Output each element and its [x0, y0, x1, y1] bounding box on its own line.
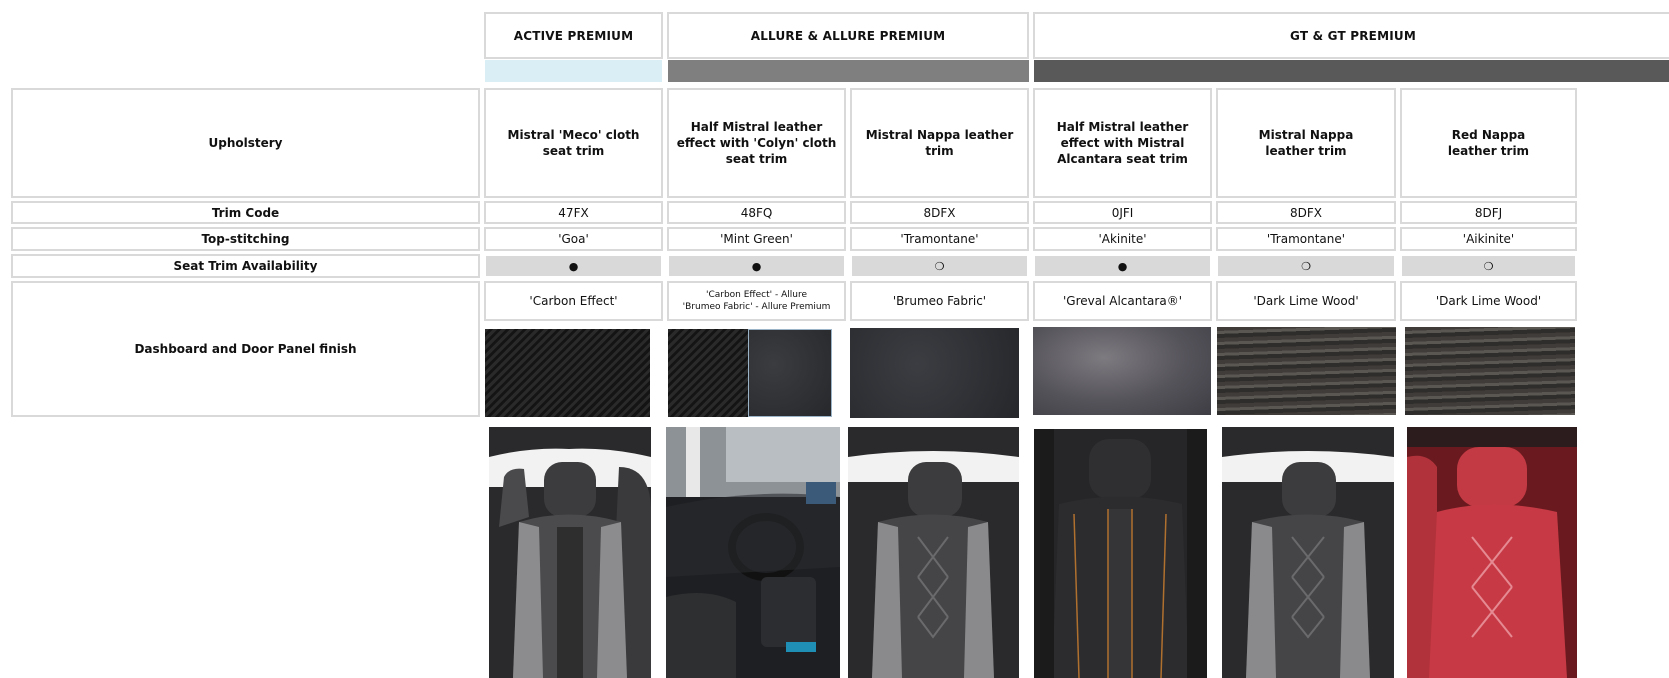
- trim-2-code: 48FQ: [667, 201, 846, 224]
- trim-4-code-text: 0JFI: [1111, 205, 1134, 220]
- greval-alcantara-swatch: [1033, 327, 1211, 415]
- red-nappa-seat-photo: [1407, 427, 1577, 678]
- header-active-premium: ACTIVE PREMIUM: [484, 12, 663, 59]
- trim-6-code: 8DFJ: [1400, 201, 1577, 224]
- trim-6-upholstery-text: Red Nappa leather trim: [1447, 128, 1530, 158]
- row-label-trim-code: Trim Code: [11, 201, 480, 224]
- trim-3-stitch: 'Tramontane': [850, 227, 1029, 251]
- dark-lime-wood-swatch: [1405, 327, 1575, 415]
- trim-3-code-text: 8DFX: [923, 205, 956, 220]
- trim-1-code-text: 47FX: [558, 205, 589, 220]
- trim-3-availability: ❍: [850, 254, 1029, 278]
- band-gt: [1034, 60, 1669, 82]
- carbon-effect-swatch: [485, 329, 650, 417]
- trim-2-upholstery-text: Half Mistral leather effect with 'Colyn'…: [676, 120, 837, 166]
- trim-5-stitch-text: 'Tramontane': [1266, 232, 1346, 246]
- brumeo-fabric-swatch: [850, 328, 1019, 418]
- carbon-effect-swatch: [668, 329, 748, 417]
- trim-3-code: 8DFX: [850, 201, 1029, 224]
- trim-4-stitch-text: 'Akinite': [1098, 232, 1147, 246]
- header-active-premium-label: ACTIVE PREMIUM: [513, 28, 634, 43]
- trim-4-availability: ●: [1033, 254, 1212, 278]
- trim-1-dashboard-text: 'Carbon Effect': [529, 294, 618, 308]
- trim-6-code-text: 8DFJ: [1474, 205, 1503, 220]
- trim-6-availability: ❍: [1400, 254, 1577, 278]
- alcantara-seat-photo: [1034, 429, 1207, 678]
- trim-1-stitch-text: 'Goa': [558, 232, 589, 246]
- trim-6-upholstery: Red Nappa leather trim: [1400, 88, 1577, 198]
- band-allure: [668, 60, 1029, 82]
- trim-2-availability: ●: [667, 254, 846, 278]
- trim-2-dashboard-text: 'Carbon Effect' - Allure 'Brumeo Fabric'…: [682, 290, 831, 312]
- trim-5-dashboard-text: 'Dark Lime Wood': [1253, 294, 1359, 308]
- trim-4-code: 0JFI: [1033, 201, 1212, 224]
- trim-4-stitch: 'Akinite': [1033, 227, 1212, 251]
- trim-5-code-text: 8DFX: [1290, 205, 1322, 220]
- interior-dashboard-photo: [666, 427, 840, 678]
- trim-code-label: Trim Code: [211, 205, 280, 220]
- row-label-dashboard: Dashboard and Door Panel finish: [11, 281, 480, 417]
- upholstery-label: Upholstery: [208, 136, 283, 150]
- trim-2-dashboard: 'Carbon Effect' - Allure 'Brumeo Fabric'…: [667, 281, 846, 321]
- trim-1-dashboard: 'Carbon Effect': [484, 281, 663, 321]
- quilted-nappa-seat-photo: [848, 427, 1019, 678]
- trim-1-availability: ●: [484, 254, 663, 278]
- dark-lime-wood-swatch: [1217, 327, 1396, 415]
- trim-4-upholstery-text: Half Mistral leather effect with Mistral…: [1056, 120, 1189, 166]
- filled-circle-icon: ●: [1117, 259, 1128, 273]
- brumeo-fabric-swatch: [748, 329, 832, 417]
- header-allure: ALLURE & ALLURE PREMIUM: [667, 12, 1029, 59]
- band-active-premium: [485, 60, 662, 82]
- trim-5-availability: ❍: [1216, 254, 1396, 278]
- trim-4-dashboard: 'Greval Alcantara®': [1033, 281, 1212, 321]
- header-allure-label: ALLURE & ALLURE PREMIUM: [750, 28, 946, 43]
- trim-1-code: 47FX: [484, 201, 663, 224]
- header-gt: GT & GT PREMIUM: [1033, 12, 1669, 59]
- open-circle-icon: ❍: [1301, 259, 1311, 273]
- trim-3-dashboard: 'Brumeo Fabric': [850, 281, 1029, 321]
- trim-3-stitch-text: 'Tramontane': [900, 232, 979, 246]
- trim-4-dashboard-text: 'Greval Alcantara®': [1063, 294, 1182, 308]
- header-gt-label: GT & GT PREMIUM: [1290, 28, 1416, 43]
- trim-5-stitch: 'Tramontane': [1216, 227, 1396, 251]
- open-circle-icon: ❍: [934, 259, 945, 273]
- trim-6-dashboard: 'Dark Lime Wood': [1400, 281, 1577, 321]
- filled-circle-icon: ●: [568, 259, 579, 273]
- trim-1-stitch: 'Goa': [484, 227, 663, 251]
- trim-3-dashboard-text: 'Brumeo Fabric': [892, 294, 987, 308]
- filled-circle-icon: ●: [751, 259, 762, 273]
- trim-5-upholstery-text: Mistral Nappa leather trim: [1258, 128, 1354, 158]
- trim-3-upholstery-text: Mistral Nappa leather trim: [865, 128, 1014, 158]
- trim-1-upholstery-text: Mistral 'Meco' cloth seat trim: [507, 128, 640, 158]
- trim-5-code: 8DFX: [1216, 201, 1396, 224]
- trim-2-stitch: 'Mint Green': [667, 227, 846, 251]
- trim-5-upholstery: Mistral Nappa leather trim: [1216, 88, 1396, 198]
- trim-6-stitch-text: 'Aikinite': [1462, 232, 1515, 246]
- dashboard-label: Dashboard and Door Panel finish: [134, 342, 357, 356]
- trim-6-stitch: 'Aikinite': [1400, 227, 1577, 251]
- trim-1-upholstery: Mistral 'Meco' cloth seat trim: [484, 88, 663, 198]
- grey-cloth-seat-photo: [489, 427, 651, 678]
- trim-6-dashboard-text: 'Dark Lime Wood': [1435, 294, 1542, 308]
- open-circle-icon: ❍: [1483, 259, 1494, 273]
- trim-2-code-text: 48FQ: [740, 205, 773, 220]
- top-stitching-label: Top-stitching: [201, 232, 290, 246]
- seat-availability-label: Seat Trim Availability: [173, 259, 318, 273]
- row-label-upholstery: Upholstery: [11, 88, 480, 198]
- quilted-nappa-seat-photo: [1222, 427, 1394, 678]
- trim-5-dashboard: 'Dark Lime Wood': [1216, 281, 1396, 321]
- trim-2-stitch-text: 'Mint Green': [720, 232, 793, 246]
- row-label-seat-availability: Seat Trim Availability: [11, 254, 480, 278]
- trim-2-upholstery: Half Mistral leather effect with 'Colyn'…: [667, 88, 846, 198]
- trim-3-upholstery: Mistral Nappa leather trim: [850, 88, 1029, 198]
- row-label-top-stitching: Top-stitching: [11, 227, 480, 251]
- trim-4-upholstery: Half Mistral leather effect with Mistral…: [1033, 88, 1212, 198]
